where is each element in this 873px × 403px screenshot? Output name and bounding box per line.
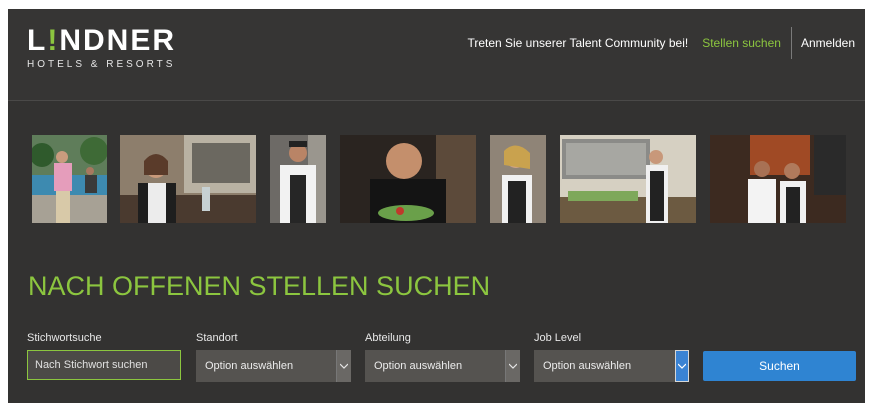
- keyword-search-input[interactable]: [27, 350, 181, 380]
- chevron-down-icon: [505, 350, 520, 382]
- lindner-logo[interactable]: L!NDNER HOTELS & RESORTS: [27, 24, 176, 71]
- top-nav: Treten Sie unserer Talent Community bei!…: [467, 27, 865, 59]
- photo-phone-staff: [490, 135, 546, 223]
- photo-kitchen-team: [710, 135, 846, 223]
- department-select-value: Option auswählen: [374, 360, 463, 372]
- photo-chef: [270, 135, 326, 223]
- nav-talent-community-link[interactable]: Treten Sie unserer Talent Community bei!: [467, 36, 702, 50]
- chevron-down-icon: [336, 350, 351, 382]
- photo-pool-staff: [32, 135, 107, 223]
- logo-tagline: HOTELS & RESORTS: [27, 59, 176, 70]
- nav-job-search-link[interactable]: Stellen suchen: [702, 36, 791, 50]
- search-button[interactable]: Suchen: [703, 351, 856, 381]
- joblevel-label: Job Level: [534, 332, 582, 344]
- location-select-value: Option auswählen: [205, 360, 294, 372]
- photo-buffet-staff: [560, 135, 696, 223]
- location-label: Standort: [196, 332, 238, 344]
- page-frame: L!NDNER HOTELS & RESORTS Treten Sie unse…: [8, 9, 865, 403]
- joblevel-select[interactable]: Option auswählen: [534, 350, 689, 382]
- site-header: L!NDNER HOTELS & RESORTS Treten Sie unse…: [8, 9, 865, 101]
- search-heading: NACH OFFENEN STELLEN SUCHEN: [28, 271, 491, 301]
- nav-login-link[interactable]: Anmelden: [792, 36, 865, 50]
- photo-waitress: [120, 135, 256, 223]
- photo-chef-plating: [340, 135, 476, 223]
- chevron-down-icon: [675, 350, 689, 382]
- keyword-label: Stichwortsuche: [27, 332, 102, 344]
- department-select[interactable]: Option auswählen: [365, 350, 520, 382]
- department-label: Abteilung: [365, 332, 411, 344]
- location-select[interactable]: Option auswählen: [196, 350, 351, 382]
- joblevel-select-value: Option auswählen: [543, 360, 632, 372]
- logo-wordmark: L!NDNER: [27, 24, 176, 57]
